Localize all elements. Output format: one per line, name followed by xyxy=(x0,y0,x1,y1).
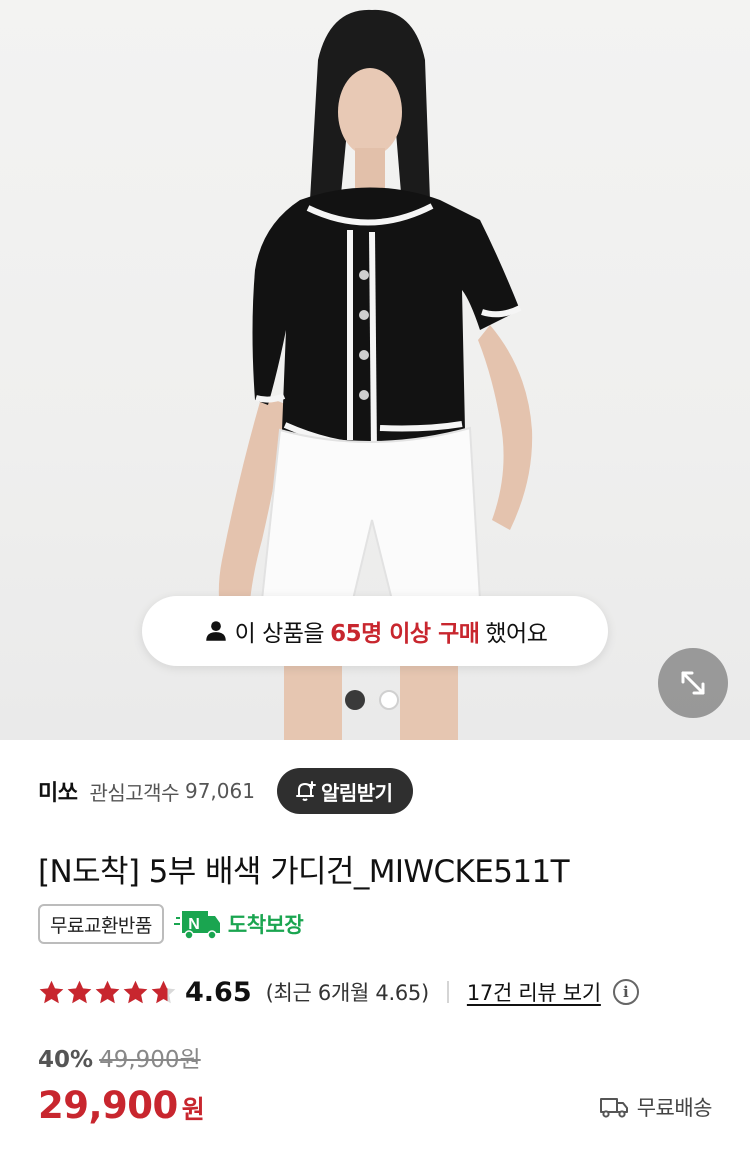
info-icon[interactable]: i xyxy=(612,979,639,1005)
banner-suffix: 했어요 xyxy=(485,621,548,647)
shipping-info: 무료배송 xyxy=(599,1092,713,1122)
arrival-guarantee[interactable]: N 도착보장 xyxy=(173,908,304,940)
store-row: 미쏘 관심고객수 97,061 알림받기 xyxy=(38,768,413,814)
carousel-pager xyxy=(345,690,399,710)
rating-value: 4.65 xyxy=(185,976,252,1008)
free-return-badge: 무료교환반품 xyxy=(38,904,164,944)
discount-rate: 40% xyxy=(38,1047,94,1073)
shipping-label: 무료배송 xyxy=(636,1096,713,1120)
fans-label: 관심고객수 xyxy=(89,780,179,805)
pager-dot-1[interactable] xyxy=(345,690,365,710)
star-icon xyxy=(95,980,120,1003)
sale-price: 29,900 xyxy=(38,1084,178,1127)
product-title: [N도착] 5부 배색 가디건_MIWCKE511T xyxy=(38,854,570,890)
store-name[interactable]: 미쏘 xyxy=(38,775,78,807)
currency-unit: 원 xyxy=(181,1095,205,1124)
rating-row: 4.65 (최근 6개월 4.65) 17건 리뷰 보기 i xyxy=(38,972,639,1012)
banner-prefix: 이 상품을 xyxy=(234,621,325,647)
badge-row: 무료교환반품 N 도착보장 xyxy=(38,904,304,944)
recent-rating: (최근 6개월 4.65) xyxy=(265,981,430,1005)
divider xyxy=(446,981,449,1003)
expand-image-button[interactable] xyxy=(658,648,728,718)
delivery-truck-icon: N xyxy=(173,911,220,940)
star-icon xyxy=(39,980,64,1003)
star-icon xyxy=(151,980,176,1003)
price-row: 29,900 원 xyxy=(38,1084,205,1127)
person-icon xyxy=(205,621,226,641)
banner-highlight: 65명 이상 구매 xyxy=(330,621,480,647)
original-price: 49,900원 xyxy=(99,1047,201,1073)
alarm-button[interactable]: 알림받기 xyxy=(276,768,413,814)
star-rating xyxy=(38,979,177,1006)
expand-icon xyxy=(681,671,705,695)
arrival-label: 도착보장 xyxy=(227,913,304,937)
star-icon xyxy=(123,980,148,1003)
bell-plus-icon xyxy=(295,781,316,801)
alarm-label: 알림받기 xyxy=(320,780,393,805)
review-link[interactable]: 17건 리뷰 보기 xyxy=(467,977,601,1007)
product-image-carousel[interactable]: 이 상품을 65명 이상 구매 했어요 xyxy=(0,0,750,740)
fans-count: 97,061 xyxy=(184,779,255,803)
discount-row: 40% 49,900원 xyxy=(38,1040,201,1074)
truck-icon xyxy=(599,1098,628,1118)
pager-dot-2[interactable] xyxy=(379,690,399,710)
star-icon xyxy=(67,980,92,1003)
purchase-count-banner: 이 상품을 65명 이상 구매 했어요 xyxy=(142,596,608,666)
